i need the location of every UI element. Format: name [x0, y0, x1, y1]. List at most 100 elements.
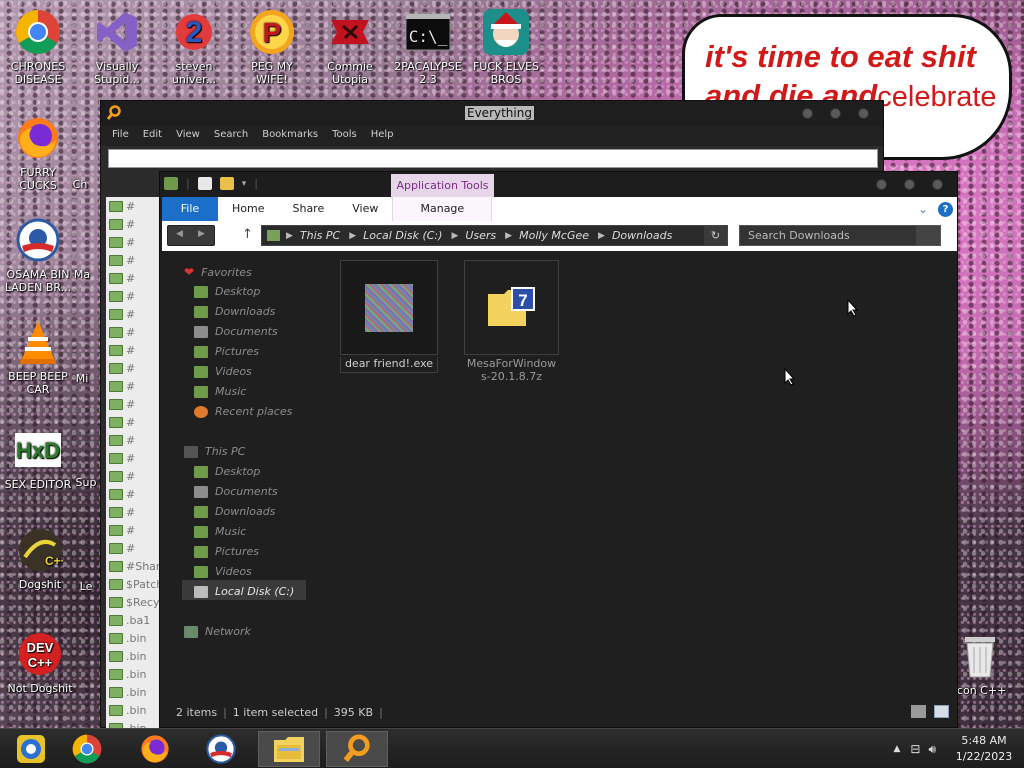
search-icon[interactable] — [916, 226, 940, 245]
list-item[interactable]: # — [106, 521, 159, 539]
breadcrumb-downloads[interactable]: Downloads — [612, 229, 672, 242]
properties-icon[interactable] — [197, 177, 212, 190]
list-item[interactable]: # — [106, 305, 159, 323]
list-item[interactable]: .bin — [106, 647, 159, 665]
breadcrumb-local-disk[interactable]: Local Disk (C:) — [363, 229, 442, 242]
up-arrow-icon[interactable]: ↑ — [242, 227, 253, 242]
desktop-icon-console[interactable]: C:\_ 2PACALYPSE 2.3 — [390, 8, 466, 86]
back-forward-buttons[interactable]: ◀ ▶ — [167, 225, 215, 246]
chevron-down-icon[interactable]: ▾ — [242, 179, 247, 189]
list-item[interactable]: # — [106, 431, 159, 449]
list-item[interactable]: .bin — [106, 701, 159, 719]
details-view-icon[interactable] — [911, 705, 926, 718]
list-item[interactable]: # — [106, 377, 159, 395]
list-item[interactable]: # — [106, 197, 159, 215]
desktop-icon-steven-universe[interactable]: 2 steven univer... — [156, 8, 232, 86]
tab-share[interactable]: Share — [278, 197, 338, 221]
desktop-icon-hxd[interactable]: HxD SEX EDITOR — [0, 426, 76, 491]
tab-manage[interactable]: Manage — [392, 197, 493, 221]
maximize-button[interactable] — [830, 108, 841, 119]
minimize-button[interactable] — [876, 179, 887, 190]
list-item[interactable]: # — [106, 359, 159, 377]
nav-pc-pictures[interactable]: Pictures — [194, 545, 259, 558]
everything-search-input[interactable] — [108, 149, 878, 168]
desktop-icon-cpp[interactable]: C++ Dogshit — [2, 526, 78, 591]
list-item[interactable]: $Recy — [106, 593, 159, 611]
list-item[interactable]: # — [106, 485, 159, 503]
menu-tools[interactable]: Tools — [325, 126, 364, 146]
list-item[interactable]: # — [106, 269, 159, 287]
taskbar-everything[interactable] — [326, 731, 388, 767]
breadcrumb-this-pc[interactable]: This PC — [300, 229, 340, 242]
tab-home[interactable]: Home — [218, 197, 278, 221]
address-bar[interactable]: ▶ This PC ▶ Local Disk (C:) ▶ Users ▶ Mo… — [261, 225, 728, 246]
search-input[interactable]: Search Downloads — [739, 225, 941, 246]
list-item[interactable]: .bin — [106, 629, 159, 647]
explorer-titlebar[interactable]: | ▾ | Application Tools — [160, 172, 957, 197]
list-item[interactable]: # — [106, 449, 159, 467]
list-item[interactable]: # — [106, 539, 159, 557]
nav-pc-videos[interactable]: Videos — [194, 565, 252, 578]
taskbar-firefox[interactable] — [124, 731, 186, 767]
nav-fav-recent[interactable]: Recent places — [194, 405, 292, 418]
volume-icon[interactable]: 🔊︎ — [928, 742, 936, 757]
taskbar-file-explorer[interactable] — [258, 731, 320, 767]
breadcrumb-user[interactable]: Molly McGee — [519, 229, 589, 242]
minimize-button[interactable] — [802, 108, 813, 119]
nav-pc-downloads[interactable]: Downloads — [194, 505, 275, 518]
list-item[interactable]: $Patch — [106, 575, 159, 593]
desktop-icon-elf[interactable]: FUCK ELVES BROS — [468, 8, 544, 86]
menu-edit[interactable]: Edit — [136, 126, 169, 146]
back-arrow-icon[interactable]: ◀ — [176, 229, 183, 239]
list-item[interactable]: # — [106, 341, 159, 359]
large-icons-view-icon[interactable] — [934, 705, 949, 718]
start-button[interactable] — [0, 731, 62, 767]
show-hidden-icons-icon[interactable]: ▲ — [893, 744, 900, 754]
list-item[interactable]: # — [106, 323, 159, 341]
nav-favorites[interactable]: ❤ Favorites — [184, 265, 252, 279]
everything-titlebar[interactable]: Everything — [101, 101, 883, 126]
nav-pc-documents[interactable]: Documents — [194, 485, 278, 498]
close-button[interactable] — [932, 179, 943, 190]
list-item[interactable]: # — [106, 233, 159, 251]
nav-pc-music[interactable]: Music — [194, 525, 246, 538]
file-item[interactable]: 7 MesaForWindow s-20.1.8.7z — [464, 260, 559, 383]
nav-fav-music[interactable]: Music — [194, 385, 246, 398]
taskbar-chrome[interactable] — [56, 731, 118, 767]
desktop-icon-visual-studio[interactable]: Visually Stupid... — [79, 8, 155, 86]
taskbar-obama[interactable] — [190, 731, 252, 767]
list-item[interactable]: .bin — [106, 665, 159, 683]
nav-fav-videos[interactable]: Videos — [194, 365, 252, 378]
expand-ribbon-icon[interactable]: ⌄ — [918, 202, 928, 216]
network-icon[interactable]: ⊟ — [910, 742, 920, 756]
menu-help[interactable]: Help — [364, 126, 401, 146]
list-item[interactable]: # — [106, 215, 159, 233]
list-item[interactable]: # — [106, 287, 159, 305]
clock[interactable]: 5:48 AM 1/22/2023 — [944, 733, 1024, 765]
menu-search[interactable]: Search — [207, 126, 255, 146]
new-folder-icon[interactable] — [219, 177, 234, 190]
list-item[interactable]: # — [106, 413, 159, 431]
nav-fav-documents[interactable]: Documents — [194, 325, 278, 338]
nav-network[interactable]: Network — [184, 625, 251, 638]
nav-this-pc[interactable]: This PC — [184, 445, 245, 458]
tab-view[interactable]: View — [338, 197, 392, 221]
breadcrumb-users[interactable]: Users — [465, 229, 496, 242]
refresh-button[interactable]: ↻ — [704, 226, 727, 245]
desktop-icon-commie[interactable]: Commie Utopia — [312, 8, 388, 86]
nav-pc-desktop[interactable]: Desktop — [194, 465, 260, 478]
tab-file[interactable]: File — [162, 197, 218, 221]
nav-fav-desktop[interactable]: Desktop — [194, 285, 260, 298]
desktop-icon-chrome[interactable]: CHRONES DISEASE — [0, 8, 76, 86]
file-item[interactable]: dear friend!.exe — [340, 260, 438, 373]
maximize-button[interactable] — [904, 179, 915, 190]
list-item[interactable]: .bin — [106, 683, 159, 701]
desktop-icon-peggle[interactable]: P PEG MY WIFE! — [234, 8, 310, 86]
list-item[interactable]: #Share — [106, 557, 159, 575]
list-item[interactable]: # — [106, 503, 159, 521]
nav-fav-downloads[interactable]: Downloads — [194, 305, 275, 318]
list-item[interactable]: # — [106, 251, 159, 269]
list-item[interactable]: # — [106, 395, 159, 413]
menu-bookmarks[interactable]: Bookmarks — [255, 126, 325, 146]
menu-view[interactable]: View — [169, 126, 207, 146]
